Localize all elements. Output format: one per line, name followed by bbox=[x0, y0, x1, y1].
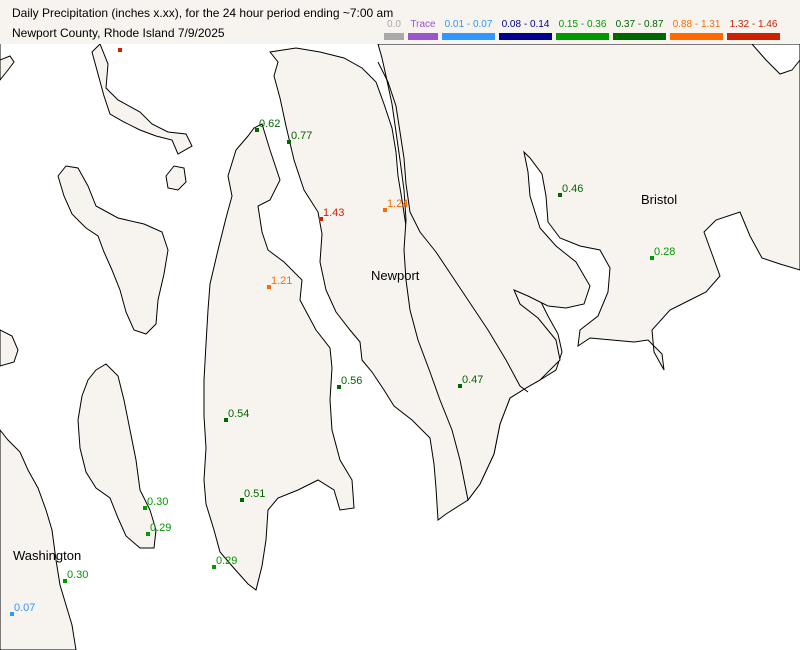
station-value-label: 0.46 bbox=[562, 183, 583, 195]
legend-item: 0.0 bbox=[384, 19, 404, 41]
legend-swatch bbox=[442, 33, 495, 40]
map-title: Daily Precipitation (inches x.xx), for t… bbox=[12, 6, 394, 20]
legend-swatch bbox=[670, 33, 723, 40]
legend-label: 0.88 - 1.31 bbox=[672, 19, 721, 30]
region-label-bristol: Bristol bbox=[641, 192, 677, 207]
station-value-label: 1.24 bbox=[387, 198, 408, 210]
legend-item: 0.15 - 0.36 bbox=[556, 19, 609, 41]
legend-swatch bbox=[613, 33, 666, 40]
station-value-label: 0.47 bbox=[462, 374, 483, 386]
precipitation-map[interactable]: Newport Bristol Washington 0.62 0.77 1.43 1… bbox=[0, 44, 800, 650]
legend-item: 0.01 - 0.07 bbox=[442, 19, 495, 41]
legend-label: 0.01 - 0.07 bbox=[444, 19, 493, 30]
legend-swatch bbox=[499, 33, 552, 40]
station-value-label: 0.62 bbox=[259, 118, 280, 130]
legend-swatch bbox=[408, 33, 438, 40]
station-value-label: 0.29 bbox=[150, 522, 171, 534]
legend-swatch bbox=[556, 33, 609, 40]
legend-label: 0.08 - 0.14 bbox=[501, 19, 550, 30]
legend-label: Trace bbox=[410, 19, 436, 30]
legend-item: 1.32 - 1.46 bbox=[727, 19, 780, 41]
station-value-label: 0.07 bbox=[14, 602, 35, 614]
legend-item: 0.88 - 1.31 bbox=[670, 19, 723, 41]
edge-station-marker bbox=[118, 48, 122, 52]
legend: 0.0 Trace 0.01 - 0.07 0.08 - 0.14 0.15 - 0.3… bbox=[0, 19, 800, 41]
map-frame: Daily Precipitation (inches x.xx), for t… bbox=[0, 0, 800, 650]
legend-label: 0.0 bbox=[387, 19, 401, 30]
legend-label: 0.37 - 0.87 bbox=[615, 19, 664, 30]
legend-item: 0.08 - 0.14 bbox=[499, 19, 552, 41]
station-value-label: 0.51 bbox=[244, 488, 265, 500]
legend-swatch bbox=[727, 33, 780, 40]
station-value-label: 1.21 bbox=[271, 275, 292, 287]
legend-label: 0.15 - 0.36 bbox=[558, 19, 607, 30]
station-value-label: 0.30 bbox=[67, 569, 88, 581]
station-value-label: 0.29 bbox=[216, 555, 237, 567]
station-value-label: 0.56 bbox=[341, 375, 362, 387]
station-value-label: 0.77 bbox=[291, 130, 312, 142]
station-value-label: 1.43 bbox=[323, 207, 344, 219]
station-value-label: 0.28 bbox=[654, 246, 675, 258]
legend-label: 1.32 - 1.46 bbox=[729, 19, 778, 30]
region-label-washington: Washington bbox=[13, 548, 81, 563]
region-label-newport: Newport bbox=[371, 268, 420, 283]
legend-item: Trace bbox=[408, 19, 438, 41]
legend-item: 0.37 - 0.87 bbox=[613, 19, 666, 41]
legend-swatch bbox=[384, 33, 404, 40]
station-value-label: 0.30 bbox=[147, 496, 168, 508]
station-value-label: 0.54 bbox=[228, 408, 249, 420]
